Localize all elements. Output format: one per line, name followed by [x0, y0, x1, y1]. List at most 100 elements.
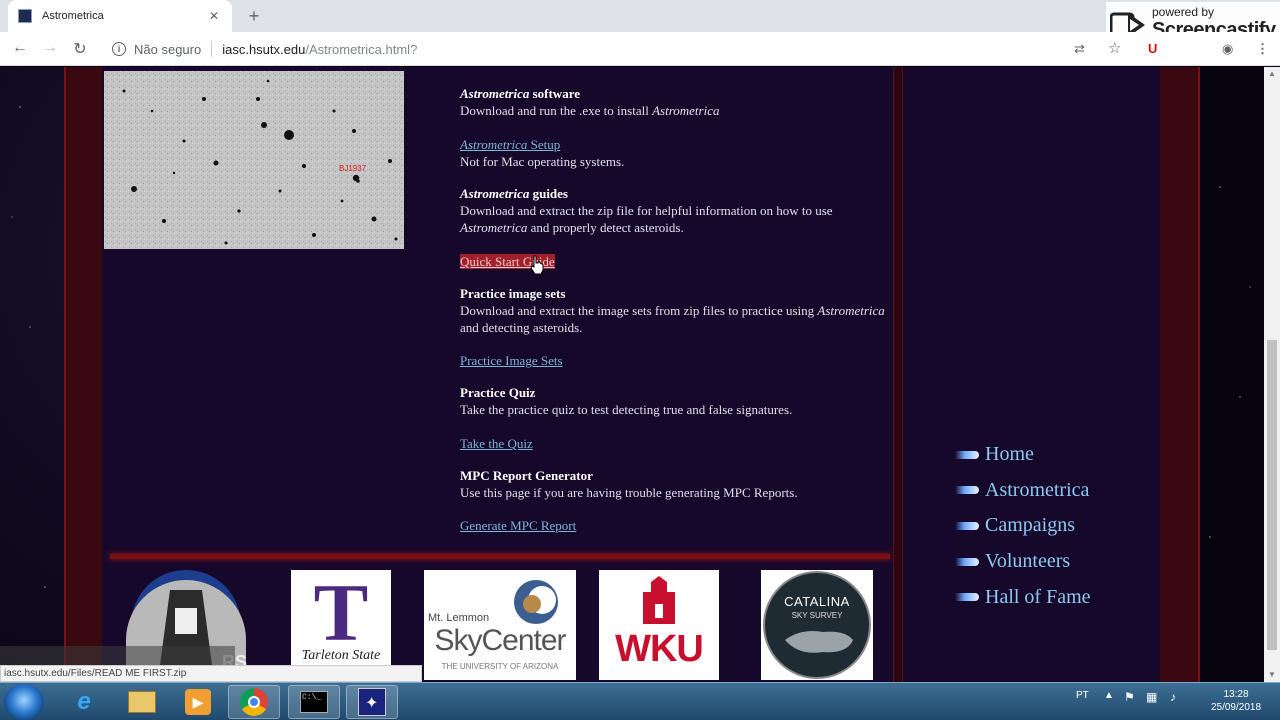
- section-practice-link: Practice Image Sets: [460, 352, 900, 369]
- section-heading: Astrometrica software: [460, 85, 900, 102]
- nav-volunteers[interactable]: Volunteers: [955, 544, 1091, 580]
- system-clock[interactable]: 13:28 25/09/2018: [1196, 688, 1276, 714]
- text-emphasis: Astrometrica: [460, 220, 528, 235]
- nav-hall-of-fame[interactable]: Hall of Fame: [955, 579, 1091, 615]
- comet-bullet-icon: [955, 521, 979, 530]
- skycenter-small-text: Mt. Lemmon: [428, 612, 490, 624]
- generate-mpc-report-link[interactable]: Generate MPC Report: [460, 518, 576, 533]
- asteroid-label: BJ1937: [339, 164, 367, 173]
- skycenter-big-text: SkyCenter: [434, 624, 566, 657]
- clock-date: 25/09/2018: [1210, 702, 1262, 713]
- info-icon[interactable]: i: [112, 42, 126, 56]
- nav-home[interactable]: Home: [955, 437, 1091, 473]
- section-heading: Practice image sets: [460, 286, 566, 301]
- recording-controls[interactable]: [0, 646, 235, 666]
- action-center-icon[interactable]: ⚑: [1124, 690, 1135, 704]
- nav-label: Hall of Fame: [985, 585, 1091, 608]
- scrollbar-thumb[interactable]: [1267, 340, 1277, 650]
- link-status-bubble: iasc.hsutx.edu/Files/READ ME FIRST.zip: [0, 665, 422, 682]
- scroll-up-icon[interactable]: ▲: [1264, 67, 1280, 81]
- section-guides: Astrometrica guides Download and extract…: [460, 185, 900, 236]
- left-frame-border: [64, 67, 102, 682]
- chrome-icon[interactable]: [228, 685, 280, 719]
- section-setup: Astrometrica Setup Not for Mac operating…: [460, 136, 900, 170]
- footer-divider: [110, 554, 890, 559]
- watermark-powered-by: powered by: [1152, 5, 1215, 19]
- tray-arrow-icon[interactable]: ▲: [1104, 690, 1114, 701]
- text-body: Download and extract the image sets from…: [460, 303, 818, 318]
- nav-label: Home: [985, 443, 1034, 466]
- media-player-icon[interactable]: ▶: [172, 685, 224, 719]
- comet-bullet-icon: [955, 593, 979, 602]
- skycenter-logo[interactable]: Mt. Lemmon SkyCenter THE UNIVERSITY OF A…: [424, 570, 576, 680]
- text-emphasis: Astrometrica: [817, 303, 885, 318]
- practice-image-sets-link[interactable]: Practice Image Sets: [460, 353, 563, 368]
- take-the-quiz-link[interactable]: Take the Quiz: [460, 436, 533, 451]
- section-text: Download and extract the image sets from…: [460, 302, 900, 336]
- omnibox-divider: [211, 41, 213, 57]
- network-icon[interactable]: ▦: [1146, 690, 1157, 704]
- catalina-logo[interactable]: CATALINA SKY SURVEY: [761, 570, 873, 680]
- section-text: Not for Mac operating systems.: [460, 154, 625, 169]
- heading-text: guides: [529, 186, 568, 201]
- nav-astrometrica[interactable]: Astrometrica: [955, 473, 1091, 509]
- section-quick-start: Quick Start Guide: [460, 253, 900, 270]
- text-emphasis: Astrometrica: [652, 103, 720, 118]
- language-indicator[interactable]: PT: [1076, 690, 1089, 701]
- nav-campaigns[interactable]: Campaigns: [955, 508, 1091, 544]
- section-software: Astrometrica software Download and run t…: [460, 85, 900, 119]
- back-arrow-icon[interactable]: ←: [10, 39, 30, 57]
- section-practice-quiz: Practice Quiz Take the practice quiz to …: [460, 384, 900, 418]
- section-text: Take the practice quiz to test detecting…: [460, 402, 793, 417]
- asteroid-star-image: BJ1937: [104, 71, 404, 249]
- tarleton-text: Tarleton State: [301, 648, 381, 663]
- text-body: Download and run the .exe to install: [460, 103, 653, 118]
- bookmark-star-icon[interactable]: ☆: [1108, 39, 1121, 57]
- windows-taskbar: e ▶ C:\_ ✦ PT ▲ ⚑ ▦ ♪ 13:28 25/09/2018: [0, 682, 1280, 720]
- favicon-icon: [18, 9, 32, 23]
- reload-icon[interactable]: ↻: [70, 39, 90, 59]
- explorer-icon[interactable]: [116, 685, 168, 719]
- ie-icon[interactable]: e: [58, 685, 110, 719]
- url-host: iasc.hsutx.edu: [222, 41, 306, 57]
- page-viewport: BJ1937 Astrometrica software Download an…: [0, 67, 1264, 682]
- browser-toolbar: ← → ↻ i Não seguro iasc.hsutx.edu /Astro…: [0, 32, 1280, 66]
- menu-icon[interactable]: ⋮: [1256, 41, 1269, 57]
- star-image-graphic: [104, 71, 404, 249]
- astrometrica-app-icon[interactable]: ✦: [346, 685, 398, 719]
- section-text: Use this page if you are having trouble …: [460, 485, 798, 500]
- wku-logo[interactable]: WKU: [599, 570, 719, 680]
- wku-text: WKU: [615, 628, 704, 670]
- start-button-icon[interactable]: [4, 684, 44, 720]
- comet-bullet-icon: [955, 557, 979, 566]
- comet-bullet-icon: [955, 486, 979, 495]
- scroll-down-icon[interactable]: ▼: [1264, 668, 1280, 682]
- hand-cursor-icon: [530, 255, 544, 275]
- right-frame-border: [1160, 67, 1200, 682]
- extension-icon[interactable]: ◉: [1222, 41, 1233, 57]
- tab-astrometrica[interactable]: Astrometrica ✕: [8, 0, 232, 32]
- translate-icon[interactable]: ⇄: [1074, 41, 1085, 57]
- volume-icon[interactable]: ♪: [1170, 690, 1176, 704]
- clock-time: 13:28: [1223, 689, 1249, 700]
- comet-bullet-icon: [955, 450, 979, 459]
- astrometrica-setup-link[interactable]: Astrometrica Setup: [460, 137, 560, 152]
- nav-label: Campaigns: [985, 514, 1075, 537]
- security-label: Não seguro: [134, 41, 202, 57]
- section-quiz-link: Take the Quiz: [460, 435, 900, 452]
- tarleton-logo[interactable]: T Tarleton State: [291, 570, 391, 680]
- new-tab-button[interactable]: +: [244, 4, 264, 28]
- forward-arrow-icon[interactable]: →: [40, 39, 60, 57]
- address-bar[interactable]: i Não seguro iasc.hsutx.edu /Astrometric…: [104, 35, 1144, 63]
- cmd-icon[interactable]: C:\_: [288, 685, 340, 719]
- close-tab-icon[interactable]: ✕: [206, 9, 222, 23]
- tab-strip: Astrometrica ✕ + powered by Screencastif…: [0, 0, 1280, 48]
- text-tail: and properly detect asteroids.: [527, 220, 684, 235]
- extension-ublock-icon[interactable]: U: [1148, 41, 1157, 56]
- heading-text: software: [529, 86, 581, 101]
- tarleton-letter: T: [313, 570, 369, 658]
- section-heading: MPC Report Generator: [460, 468, 593, 483]
- skycenter-sub-text: THE UNIVERSITY OF ARIZONA: [441, 662, 559, 671]
- section-heading: Astrometrica guides: [460, 185, 900, 202]
- page-scrollbar[interactable]: ▲ ▼: [1264, 67, 1280, 682]
